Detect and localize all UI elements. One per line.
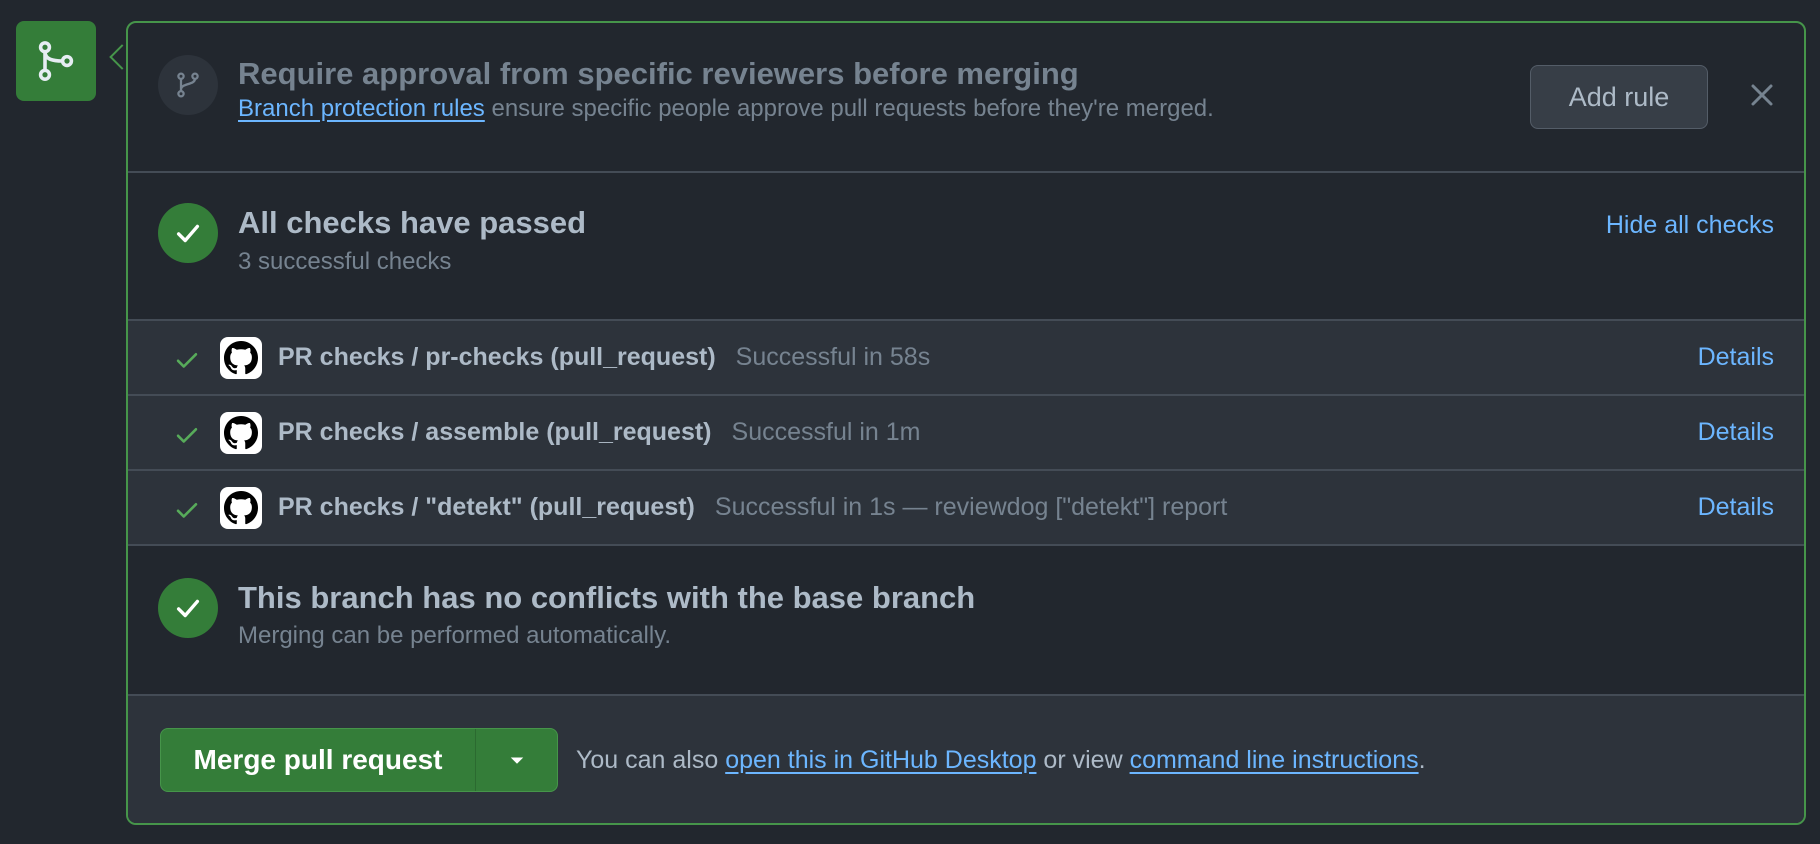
conflicts-status-circle — [158, 578, 218, 638]
branch-icon-circle — [158, 55, 218, 115]
conflicts-subtitle: Merging can be performed automatically. — [238, 622, 672, 649]
github-actions-avatar[interactable] — [220, 337, 262, 379]
conflicts-title: This branch has no conflicts with the ba… — [238, 580, 976, 615]
check-details-link[interactable]: Details — [1698, 343, 1774, 372]
merge-button-group: Merge pull request — [160, 728, 558, 792]
branch-protection-link[interactable]: Branch protection rules — [238, 95, 485, 122]
check-icon — [176, 503, 198, 518]
merge-method-dropdown-button[interactable] — [476, 729, 557, 791]
check-status: Successful in 58s — [735, 343, 931, 371]
merge-status-icon-box — [16, 21, 96, 101]
git-branch-icon — [177, 72, 199, 98]
git-merge-icon — [38, 41, 74, 81]
conflicts-section: This branch has no conflicts with the ba… — [128, 546, 1804, 696]
rule-title: Require approval from specific reviewers… — [238, 56, 1079, 91]
check-icon — [176, 599, 200, 618]
branch-protection-section: Require approval from specific reviewers… — [128, 23, 1804, 173]
check-name: PR checks / assemble (pull_request) — [278, 418, 712, 446]
merge-alternatives-text: You can also open this in GitHub Desktop… — [576, 746, 1426, 774]
merge-pull-request-button[interactable]: Merge pull request — [161, 729, 476, 791]
check-name: PR checks / pr-checks (pull_request) — [278, 343, 716, 371]
github-mark-icon — [224, 341, 258, 375]
close-icon[interactable] — [1746, 79, 1778, 111]
check-status: Successful in 1m — [731, 418, 921, 446]
github-mark-icon — [224, 491, 258, 525]
rule-description: Branch protection rules ensure specific … — [238, 95, 1214, 123]
check-status: Successful in 1s — reviewdog ["detekt"] … — [714, 493, 1228, 521]
check-row: PR checks / assemble (pull_request) Succe… — [128, 396, 1804, 471]
github-actions-avatar[interactable] — [220, 487, 262, 529]
github-desktop-link[interactable]: open this in GitHub Desktop — [725, 746, 1036, 774]
github-mark-icon — [224, 416, 258, 450]
check-row: PR checks / pr-checks (pull_request) Succ… — [128, 321, 1804, 396]
rule-description-text: ensure specific people approve pull requ… — [484, 95, 1214, 122]
hide-all-checks-link[interactable]: Hide all checks — [1606, 211, 1774, 240]
checks-title: All checks have passed — [238, 205, 587, 240]
check-row: PR checks / "detekt" (pull_request) Succe… — [128, 471, 1804, 546]
triangle-down-icon — [510, 757, 523, 764]
check-details-link[interactable]: Details — [1698, 493, 1774, 522]
github-actions-avatar[interactable] — [220, 412, 262, 454]
check-icon — [176, 224, 200, 243]
check-details-link[interactable]: Details — [1698, 418, 1774, 447]
checks-status-circle — [158, 203, 218, 263]
check-name: PR checks / "detekt" (pull_request) — [278, 493, 695, 521]
checks-subtitle: 3 successful checks — [238, 248, 452, 275]
check-icon — [176, 353, 198, 368]
merge-actions-section: Merge pull request You can also open thi… — [128, 696, 1804, 823]
checks-summary-section: All checks have passed 3 successful chec… — [128, 173, 1804, 321]
merge-box: Require approval from specific reviewers… — [126, 21, 1806, 825]
command-line-instructions-link[interactable]: command line instructions — [1130, 746, 1419, 774]
check-icon — [176, 428, 198, 443]
add-rule-button[interactable]: Add rule — [1530, 65, 1708, 129]
